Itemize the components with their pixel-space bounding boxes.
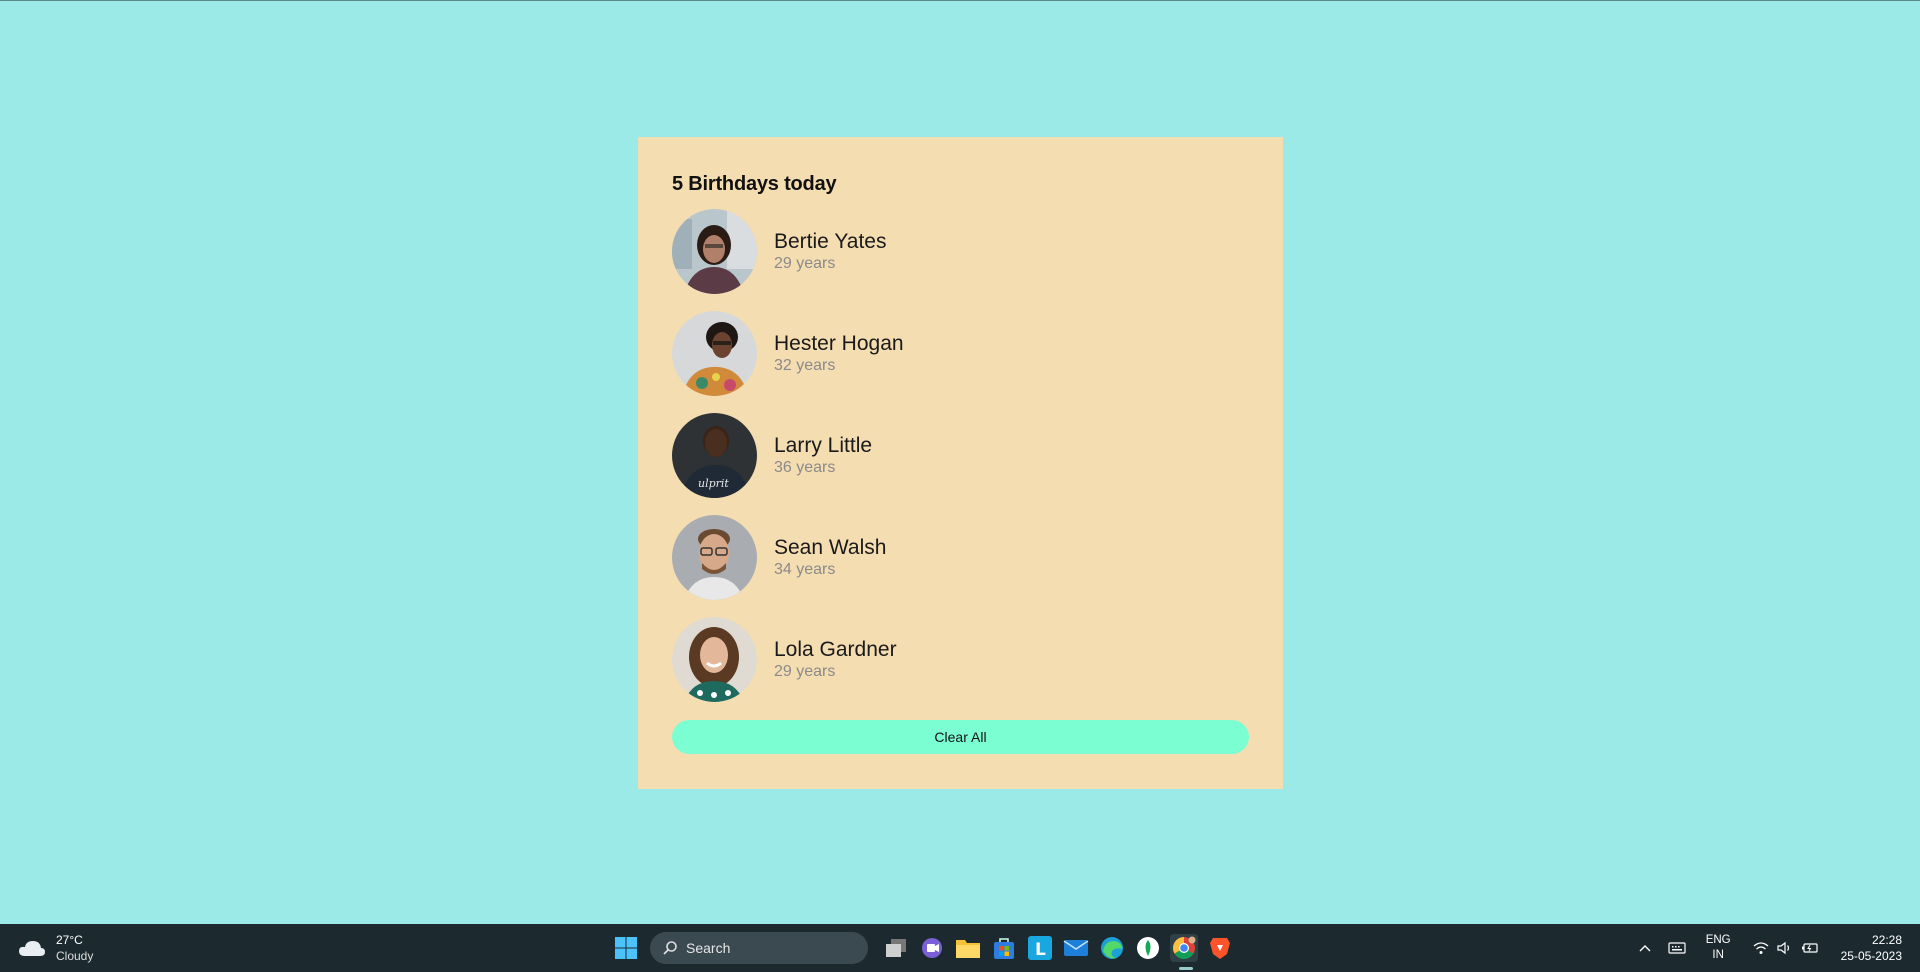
weather-temp: 27°C	[56, 933, 83, 947]
window-top-border	[0, 0, 1920, 1]
list-item: Lola Gardner 29 years	[672, 617, 1249, 702]
list-item: Hester Hogan 32 years	[672, 311, 1249, 396]
person-age: 32 years	[774, 356, 836, 374]
person-age: 29 years	[774, 254, 836, 272]
search-placeholder: Search	[686, 940, 731, 956]
search-icon	[663, 941, 677, 955]
person-age: 36 years	[774, 458, 836, 476]
person-name: Larry Little	[774, 433, 873, 457]
avatar	[672, 515, 757, 600]
weather-condition: Cloudy	[56, 949, 94, 963]
keyboard-icon[interactable]	[1668, 942, 1686, 954]
cloud-icon	[19, 941, 45, 956]
clock-time: 22:28	[1871, 933, 1902, 947]
mail-icon[interactable]	[1062, 934, 1090, 962]
edge-icon[interactable]	[1098, 934, 1126, 962]
avatar	[672, 617, 757, 702]
list-item: ulprit Larry Little 36 years	[672, 413, 1249, 498]
l-app-icon[interactable]: L	[1026, 934, 1054, 962]
avatar	[672, 311, 757, 396]
brave-browser-icon[interactable]	[1206, 934, 1234, 962]
language-indicator[interactable]: ENG IN	[1706, 933, 1731, 963]
svg-text:ulprit: ulprit	[698, 477, 729, 490]
person-name: Sean Walsh	[774, 535, 887, 559]
taskbar-search[interactable]: Search	[650, 932, 868, 964]
microsoft-store-icon[interactable]	[990, 934, 1018, 962]
birthday-card: 5 Birthdays today Bertie Yates 29 years	[638, 137, 1283, 789]
wifi-icon[interactable]	[1753, 941, 1769, 955]
clear-all-button[interactable]: Clear All	[672, 720, 1249, 754]
task-view-icon[interactable]	[882, 934, 910, 962]
chrome-icon[interactable]	[1170, 934, 1198, 970]
taskbar: 27°C Cloudy Search L ENG IN 22:28 25-05-…	[0, 924, 1920, 972]
mongodb-compass-icon[interactable]	[1134, 934, 1162, 962]
battery-icon[interactable]	[1801, 942, 1819, 954]
person-age: 34 years	[774, 560, 836, 578]
list-item: Sean Walsh 34 years	[672, 515, 1249, 600]
clock-date: 25-05-2023	[1840, 949, 1902, 963]
person-name: Hester Hogan	[774, 331, 904, 355]
list-item: Bertie Yates 29 years	[672, 209, 1249, 294]
svg-text:L: L	[1035, 940, 1046, 960]
clock[interactable]: 22:28 25-05-2023	[1841, 932, 1902, 964]
weather-widget[interactable]: 27°C Cloudy	[18, 932, 93, 964]
windows-start-icon[interactable]	[612, 934, 640, 962]
avatar: ulprit	[672, 413, 757, 498]
card-title: 5 Birthdays today	[672, 173, 837, 195]
person-age: 29 years	[774, 662, 836, 680]
chevron-up-icon[interactable]	[1638, 943, 1652, 953]
teams-chat-icon[interactable]	[918, 934, 946, 962]
people-list: Bertie Yates 29 years Hester Hogan 32 ye…	[672, 209, 1249, 702]
file-explorer-icon[interactable]	[954, 934, 982, 962]
taskbar-apps: Search L	[612, 924, 1242, 972]
avatar	[672, 209, 757, 294]
volume-icon[interactable]	[1777, 941, 1793, 955]
system-tray: ENG IN 22:28 25-05-2023	[1638, 924, 1920, 972]
person-name: Bertie Yates	[774, 229, 887, 253]
person-name: Lola Gardner	[774, 637, 897, 661]
